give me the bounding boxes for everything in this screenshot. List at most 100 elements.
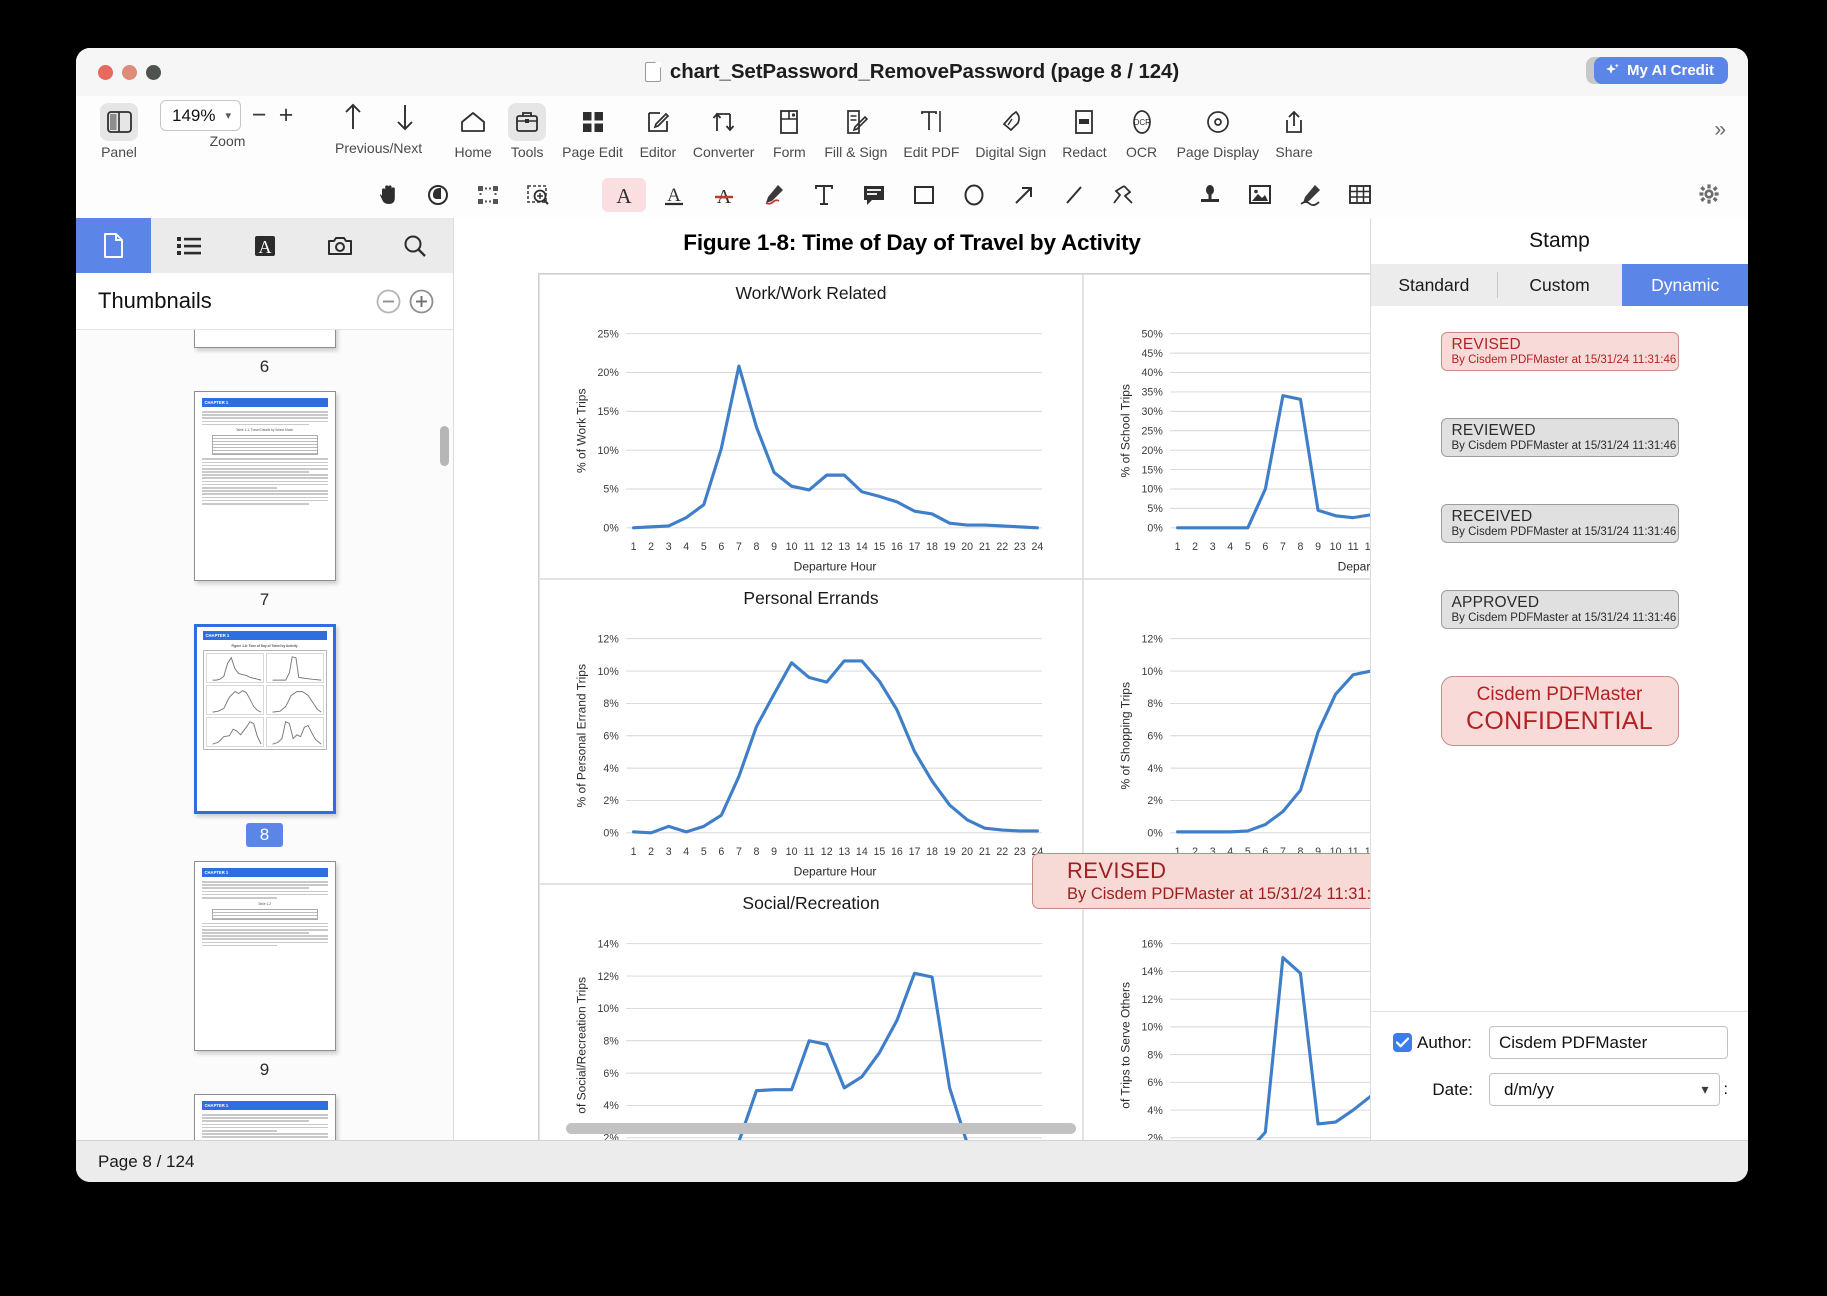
svg-text:12: 12: [821, 846, 833, 858]
sidebar-item-snapshot[interactable]: [302, 218, 377, 273]
thumbnail-page[interactable]: CHAPTER 1: [194, 1094, 336, 1140]
text-cursor-icon: [912, 103, 950, 141]
horizontal-scrollbar[interactable]: [566, 1123, 1076, 1134]
sidebar-item-search[interactable]: [378, 218, 453, 273]
panel-toggle-button[interactable]: Panel: [92, 100, 146, 160]
chart-svg: 12% 10% 8% 6% 4% 2% 0% % of Shopping Tri…: [1090, 611, 1370, 879]
text-box-icon[interactable]: [802, 178, 846, 212]
svg-text:20: 20: [961, 846, 973, 858]
editor-button[interactable]: Editor: [631, 100, 685, 160]
line-icon[interactable]: [1052, 178, 1096, 212]
redact-button[interactable]: Redact: [1054, 100, 1114, 160]
list-item[interactable]: CHAPTER 1 Figure 1-8: Time of Day of Tra…: [76, 624, 453, 847]
author-field[interactable]: Cisdem PDFMaster: [1489, 1026, 1728, 1059]
svg-text:10%: 10%: [598, 445, 620, 457]
svg-text:2: 2: [648, 541, 654, 553]
list-item[interactable]: CHAPTER 1: [76, 1094, 453, 1140]
chart-title: Work/Work Related: [546, 283, 1076, 304]
next-page-button[interactable]: [394, 100, 416, 137]
convert-arrows-icon: [705, 103, 743, 141]
check-icon: [1396, 1037, 1409, 1048]
stamp-reviewed[interactable]: REVIEWED By Cisdem PDFMaster at 15/31/24…: [1441, 418, 1679, 457]
svg-text:5: 5: [701, 846, 707, 858]
thumbnail-list[interactable]: CHAPTER 1 6 CHAPTER 1 Tabl: [76, 330, 453, 1140]
sidebar-item-outline[interactable]: [151, 218, 226, 273]
thumbnail-page[interactable]: CHAPTER 1: [194, 330, 336, 348]
strikethrough-text-icon[interactable]: A: [702, 178, 746, 212]
stamp-approved[interactable]: APPROVED By Cisdem PDFMaster at 15/31/24…: [1441, 590, 1679, 629]
thumbnail-page-selected[interactable]: CHAPTER 1 Figure 1-8: Time of Day of Tra…: [194, 624, 336, 814]
zoom-area-icon[interactable]: [516, 178, 560, 212]
thumbnail-zoom-in-button[interactable]: [408, 288, 435, 315]
svg-text:15: 15: [873, 541, 885, 553]
thumbnail-zoom-out-button[interactable]: [375, 288, 402, 315]
edit-pdf-button[interactable]: Edit PDF: [895, 100, 967, 160]
svg-text:10%: 10%: [1142, 666, 1164, 678]
stamp-received[interactable]: RECEIVED By Cisdem PDFMaster at 15/31/24…: [1441, 504, 1679, 543]
tools-button[interactable]: Tools: [500, 100, 554, 160]
area-select-icon[interactable]: [466, 178, 510, 212]
zoom-select[interactable]: 149% ▾: [160, 100, 241, 131]
select-text-icon[interactable]: [416, 178, 460, 212]
converter-button[interactable]: Converter: [685, 100, 762, 160]
svg-text:5%: 5%: [1147, 503, 1163, 515]
home-button[interactable]: Home: [446, 100, 500, 160]
sidebar-item-thumbnails[interactable]: [76, 218, 151, 273]
polyline-icon[interactable]: [1102, 178, 1146, 212]
share-button[interactable]: Share: [1267, 100, 1321, 160]
pen-squiggle-icon[interactable]: [752, 178, 796, 212]
fountain-pen-icon: [992, 103, 1030, 141]
previous-page-button[interactable]: [342, 100, 364, 137]
zoom-in-button[interactable]: +: [277, 103, 295, 128]
hand-tool-icon[interactable]: [366, 178, 410, 212]
minimize-button[interactable]: [122, 65, 137, 80]
sidebar-scrollbar[interactable]: [440, 426, 449, 466]
arrow-icon[interactable]: [1002, 178, 1046, 212]
image-icon[interactable]: [1238, 178, 1282, 212]
author-checkbox[interactable]: [1393, 1033, 1412, 1052]
list-item[interactable]: CHAPTER 1 6: [76, 330, 453, 377]
zoom-out-button[interactable]: −: [250, 103, 268, 128]
svg-text:9: 9: [771, 846, 777, 858]
form-button[interactable]: Form: [762, 100, 816, 160]
svg-text:25%: 25%: [598, 328, 620, 340]
sparkle-icon: [1604, 62, 1621, 79]
stamp-icon[interactable]: [1188, 178, 1232, 212]
fill-sign-button[interactable]: Fill & Sign: [816, 100, 895, 160]
stamp-confidential[interactable]: Cisdem PDFMaster CONFIDENTIAL: [1441, 676, 1679, 746]
page-revised-stamp[interactable]: REVISED By Cisdem PDFMaster at 15/31/24 …: [1032, 853, 1370, 909]
sidebar-item-annotations[interactable]: A: [227, 218, 302, 273]
rectangle-icon[interactable]: [902, 178, 946, 212]
maximize-button[interactable]: [146, 65, 161, 80]
document-viewer[interactable]: Figure 1-8: Time of Day of Travel by Act…: [454, 218, 1370, 1140]
list-item[interactable]: CHAPTER 1 Table 1-2 9: [76, 861, 453, 1080]
page-display-button[interactable]: Page Display: [1169, 100, 1268, 160]
digital-sign-button[interactable]: Digital Sign: [967, 100, 1054, 160]
my-ai-credit-button[interactable]: My AI Credit: [1594, 57, 1728, 84]
thumbnail-page[interactable]: CHAPTER 1 Table 1-1: Travel Details by S…: [194, 391, 336, 581]
svg-text:20%: 20%: [598, 367, 620, 379]
close-button[interactable]: [98, 65, 113, 80]
tab-dynamic[interactable]: Dynamic: [1622, 264, 1748, 306]
svg-text:4%: 4%: [1147, 1105, 1163, 1117]
settings-gear-button[interactable]: [1694, 179, 1724, 209]
table-icon[interactable]: [1338, 178, 1382, 212]
ellipse-icon[interactable]: [952, 178, 996, 212]
svg-text:8: 8: [754, 846, 760, 858]
thumbnail-page[interactable]: CHAPTER 1 Table 1-2: [194, 861, 336, 1051]
tab-standard[interactable]: Standard: [1371, 264, 1497, 306]
ocr-icon: OCR: [1123, 103, 1161, 141]
page-edit-button[interactable]: Page Edit: [554, 100, 631, 160]
tab-custom[interactable]: Custom: [1497, 264, 1623, 306]
stamp-revised[interactable]: REVISED By Cisdem PDFMaster at 15/31/24 …: [1441, 332, 1679, 371]
highlight-text-icon[interactable]: A: [602, 178, 646, 212]
toolbar-overflow-button[interactable]: »: [1714, 118, 1726, 142]
chart-social-recreation: Social/Recreation 14% 12% 10% 8%: [539, 884, 1083, 1140]
ocr-button[interactable]: OCR OCR: [1115, 100, 1169, 160]
note-comment-icon[interactable]: [852, 178, 896, 212]
chart-svg: 25% 20% 15% 10% 5% 0% % of Work Trips 12…: [546, 306, 1076, 574]
signature-icon[interactable]: [1288, 178, 1332, 212]
underline-text-icon[interactable]: A: [652, 178, 696, 212]
date-format-select[interactable]: d/m/yy ▾: [1489, 1073, 1720, 1106]
list-item[interactable]: CHAPTER 1 Table 1-1: Travel Details by S…: [76, 391, 453, 610]
